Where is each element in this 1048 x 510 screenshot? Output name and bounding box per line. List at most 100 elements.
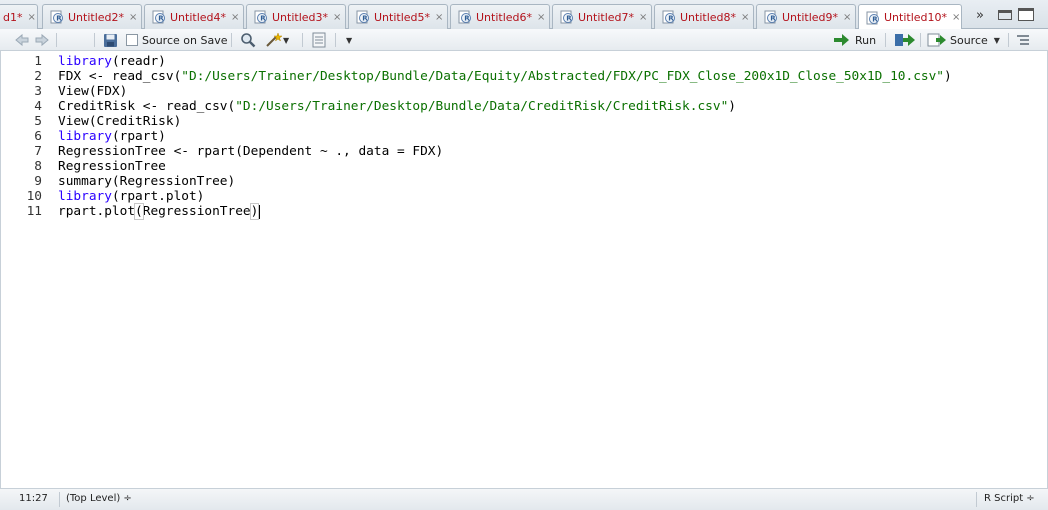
code-token: rpart.plot	[58, 204, 136, 219]
toolbar-separator	[302, 33, 303, 47]
string-token: "D:/Users/Trainer/Desktop/Bundle/Data/Cr…	[235, 99, 729, 114]
rerun-button[interactable]	[894, 32, 916, 48]
code-editor[interactable]: 1 2 3 4 5 6 7 8 9 10 11 library(readr) FDX <- read_…	[0, 51, 1048, 488]
code-line[interactable]: library(rpart.plot)	[58, 189, 204, 204]
tab-label: Untitled2*	[68, 10, 125, 24]
source-on-save-checkbox[interactable]: Source on Save	[126, 32, 227, 48]
code-token: View(FDX)	[58, 84, 128, 99]
status-separator	[976, 492, 977, 507]
close-icon[interactable]: ×	[639, 12, 647, 23]
code-token: (readr)	[111, 54, 166, 69]
minimize-pane-icon[interactable]	[998, 10, 1012, 20]
code-token: View(CreditRisk)	[58, 114, 182, 129]
close-icon[interactable]: ×	[741, 12, 749, 23]
svg-text:R: R	[566, 15, 572, 23]
code-token: )	[728, 99, 737, 114]
code-token: )	[249, 203, 260, 220]
code-tools-button[interactable]: ▼	[265, 32, 289, 48]
editor-toolbar: Source on Save ▼ ▼ Run Source ▼	[0, 29, 1048, 51]
toolbar-separator	[920, 33, 921, 47]
keyword-token: library	[58, 189, 112, 204]
run-arrow-icon	[834, 34, 849, 46]
code-line[interactable]: CreditRisk <- read_csv("D:/Users/Trainer…	[58, 99, 736, 114]
close-icon[interactable]: ×	[333, 12, 341, 23]
tab-overflow-button[interactable]: »	[970, 8, 990, 24]
code-line[interactable]: View(FDX)	[58, 84, 127, 99]
toolbar-separator	[885, 33, 886, 47]
code-token: (	[134, 203, 144, 220]
editor-tab[interactable]: R Untitled8* ×	[654, 4, 754, 29]
source-icon	[927, 33, 946, 47]
line-number: 7	[34, 144, 42, 159]
editor-tab[interactable]: R Untitled5* ×	[348, 4, 448, 29]
file-type-selector[interactable]: R Script ÷	[984, 493, 1035, 504]
line-number: 5	[34, 114, 42, 129]
code-token: (rpart.plot)	[111, 189, 205, 204]
tab-label: Untitled8*	[680, 10, 737, 24]
code-token: (rpart)	[111, 129, 166, 144]
line-number: 8	[34, 159, 42, 174]
svg-text:R: R	[872, 15, 878, 23]
editor-tab[interactable]: R Untitled3* ×	[246, 4, 346, 29]
forward-button[interactable]	[34, 32, 50, 48]
tab-label: Untitled7*	[578, 10, 635, 24]
toolbar-separator	[56, 33, 57, 47]
r-script-icon: R	[866, 11, 880, 25]
chevron-down-icon: ▼	[993, 35, 1000, 45]
r-script-icon: R	[50, 10, 64, 24]
code-line[interactable]: rpart.plot(RegressionTree)	[58, 203, 260, 220]
more-options-button[interactable]: ▼	[346, 32, 352, 48]
close-icon[interactable]: ×	[843, 12, 851, 23]
document-outline-button[interactable]	[1016, 32, 1030, 48]
close-icon[interactable]: ×	[231, 12, 239, 23]
status-bar: 11:27 (Top Level) ÷ R Script ÷	[0, 488, 1048, 510]
save-button[interactable]	[103, 32, 118, 48]
close-icon[interactable]: ×	[952, 12, 960, 23]
run-button[interactable]: Run	[833, 32, 876, 48]
compile-report-button[interactable]	[311, 32, 327, 48]
code-line[interactable]: RegressionTree <- rpart(Dependent ~ ., d…	[58, 144, 443, 159]
line-number: 6	[34, 129, 42, 144]
string-token: "D:/Users/Trainer/Desktop/Bundle/Data/Eq…	[181, 69, 945, 84]
checkbox-box[interactable]	[126, 34, 138, 46]
tab-label: Untitled5*	[374, 10, 431, 24]
code-line[interactable]: summary(RegressionTree)	[58, 174, 235, 189]
close-icon[interactable]: ×	[537, 12, 545, 23]
close-icon[interactable]: ×	[129, 12, 137, 23]
chevron-down-icon: ▼	[346, 35, 353, 45]
line-number: 1	[34, 54, 42, 69]
code-line[interactable]: View(CreditRisk)	[58, 114, 181, 129]
editor-tab[interactable]: R Untitled6* ×	[450, 4, 550, 29]
svg-text:R: R	[770, 15, 776, 23]
maximize-pane-icon[interactable]	[1018, 8, 1034, 21]
scope-selector[interactable]: (Top Level) ÷	[66, 493, 132, 504]
tab-label: Untitled10*	[884, 11, 948, 24]
close-icon[interactable]: ×	[27, 12, 35, 23]
code-token: CreditRisk <- read_csv(	[58, 99, 236, 114]
code-line[interactable]: library(rpart)	[58, 129, 166, 144]
editor-tab[interactable]: d1* ×	[0, 4, 38, 29]
line-number: 2	[34, 69, 42, 84]
editor-tab[interactable]: R Untitled2* ×	[42, 4, 142, 29]
back-button[interactable]	[14, 32, 30, 48]
r-script-icon: R	[560, 10, 574, 24]
line-number-gutter: 1 2 3 4 5 6 7 8 9 10 11	[1, 51, 53, 488]
cursor-position: 11:27	[19, 493, 48, 504]
close-icon[interactable]: ×	[435, 12, 443, 23]
source-button[interactable]: Source ▼	[927, 32, 1000, 48]
find-replace-button[interactable]	[240, 32, 256, 48]
code-line[interactable]: RegressionTree	[58, 159, 166, 174]
editor-tab[interactable]: R Untitled9* ×	[756, 4, 856, 29]
keyword-token: library	[58, 54, 112, 69]
code-area[interactable]: library(readr) FDX <- read_csv("D:/Users/…	[58, 51, 1043, 488]
editor-tab[interactable]: R Untitled4* ×	[144, 4, 244, 29]
svg-text:R: R	[668, 15, 674, 23]
code-token: summary(RegressionTree)	[58, 174, 236, 189]
editor-tab[interactable]: R Untitled7* ×	[552, 4, 652, 29]
code-line[interactable]: FDX <- read_csv("D:/Users/Trainer/Deskto…	[58, 69, 952, 84]
code-line[interactable]: library(readr)	[58, 54, 166, 69]
editor-tab[interactable]: R Untitled10* ×	[858, 4, 962, 30]
tab-label: Untitled6*	[476, 10, 533, 24]
search-icon	[241, 33, 256, 48]
keyword-token: library	[58, 129, 112, 144]
